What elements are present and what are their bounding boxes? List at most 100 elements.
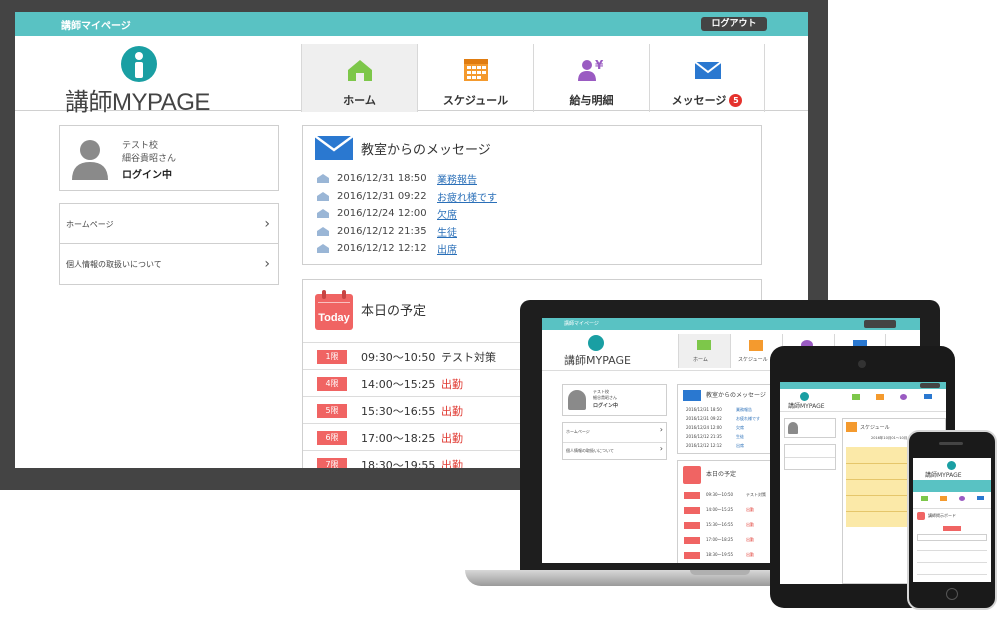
laptop-nav-home[interactable]: ホーム bbox=[678, 334, 730, 368]
nav-home[interactable]: ホーム bbox=[301, 44, 417, 112]
laptop-teacher-name: 細谷貴昭さん bbox=[593, 395, 617, 400]
open-envelope-icon bbox=[317, 209, 329, 219]
laptop-message-link[interactable]: お疲れ様です bbox=[736, 416, 760, 422]
tablet-camera bbox=[858, 360, 866, 368]
phone-search-input[interactable] bbox=[917, 534, 987, 541]
laptop-logout-button[interactable] bbox=[864, 320, 896, 328]
calendar-icon bbox=[940, 496, 947, 501]
list-item: 2016/12/31 18:50 業務報告 bbox=[317, 170, 497, 188]
period-note: 出勤 bbox=[441, 405, 463, 418]
period-badge: 5限 bbox=[317, 404, 347, 418]
laptop-period-time: 09:30〜10:50 bbox=[706, 492, 734, 497]
today-calendar-icon: Today bbox=[315, 290, 353, 330]
messages-panel: 教室からのメッセージ 2016/12/31 18:50 業務報告 2016/12… bbox=[302, 125, 762, 265]
period-time: 18:30〜19:55 bbox=[361, 459, 436, 468]
laptop-message-date: 2016/12/31 09:22 bbox=[686, 416, 722, 421]
side-links: ホームページ › 個人情報の取扱いについて › bbox=[59, 203, 279, 285]
phone-action-button[interactable] bbox=[943, 526, 961, 531]
tablet-side-links bbox=[784, 444, 836, 470]
phone-logo-text: 講師MYPAGE bbox=[925, 472, 962, 479]
message-count-badge: 5 bbox=[729, 94, 743, 107]
message-link[interactable]: 業務報告 bbox=[437, 171, 477, 186]
header: 講師MYPAGE ホーム スケジュール ¥ 給与明細 メッセージ 5 bbox=[15, 36, 808, 116]
open-envelope-icon bbox=[317, 174, 329, 184]
calendar-today-label: Today bbox=[318, 312, 350, 324]
laptop-message-link[interactable]: 生徒 bbox=[736, 434, 744, 440]
user-yen-icon: ¥ bbox=[578, 58, 604, 81]
laptop-sidebar-item-homepage[interactable]: ホームページ bbox=[566, 429, 590, 435]
user-yen-icon bbox=[900, 394, 907, 400]
phone-logo-icon bbox=[947, 461, 956, 470]
laptop-nav-schedule-label: スケジュール bbox=[738, 357, 768, 363]
envelope-icon bbox=[315, 136, 353, 160]
laptop-message-link[interactable]: 業務報告 bbox=[736, 407, 752, 413]
phone-device: 講師MYPAGE 講師掲示ボード bbox=[907, 430, 997, 610]
period-time: 14:00〜15:25 bbox=[361, 378, 436, 391]
laptop-notch bbox=[690, 570, 750, 575]
avatar-icon bbox=[788, 422, 798, 434]
house-icon bbox=[852, 394, 860, 400]
messages-title: 教室からのメッセージ bbox=[361, 143, 491, 158]
phone-home-button[interactable] bbox=[946, 588, 958, 600]
tablet-schedule-month: 2016年10月01〜10月 bbox=[871, 436, 908, 440]
envelope-icon bbox=[977, 496, 984, 500]
period-badge bbox=[684, 522, 700, 529]
message-link[interactable]: 欠席 bbox=[437, 206, 457, 221]
svg-text:¥: ¥ bbox=[595, 58, 604, 72]
laptop-sidebar-item-privacy[interactable]: 個人情報の取扱いについて bbox=[566, 448, 614, 454]
sidebar-item-homepage[interactable]: ホームページ › bbox=[60, 204, 278, 244]
laptop-period-note: テスト対策 bbox=[746, 492, 766, 497]
nav-schedule-label: スケジュール bbox=[442, 94, 509, 107]
nav-messages[interactable]: メッセージ 5 bbox=[649, 44, 765, 112]
house-icon bbox=[348, 60, 372, 81]
avatar-icon bbox=[70, 136, 110, 180]
period-badge bbox=[684, 537, 700, 544]
laptop-message-link[interactable]: 欠席 bbox=[736, 425, 744, 431]
period-note: 出勤 bbox=[441, 459, 463, 468]
list-item: 2016/12/24 12:00 欠席 bbox=[317, 205, 497, 223]
tablet-logout-button[interactable] bbox=[920, 383, 940, 388]
nav-payslip[interactable]: ¥ 給与明細 bbox=[533, 44, 649, 112]
laptop-today-title: 本日の予定 bbox=[706, 471, 737, 478]
chevron-right-icon: › bbox=[264, 256, 270, 272]
laptop-messages-title: 教室からのメッセージ bbox=[706, 392, 766, 399]
laptop-side-links: ホームページ › 個人情報の取扱いについて › bbox=[562, 422, 667, 460]
laptop-period-note: 出勤 bbox=[746, 507, 754, 512]
avatar-icon bbox=[568, 390, 586, 410]
laptop-period-time: 14:00〜15:25 bbox=[706, 507, 734, 512]
nav-schedule[interactable]: スケジュール bbox=[417, 44, 533, 112]
nav-payslip-label: 給与明細 bbox=[569, 94, 614, 107]
message-list: 2016/12/31 18:50 業務報告 2016/12/31 09:22 お… bbox=[317, 170, 497, 258]
period-time: 15:30〜16:55 bbox=[361, 405, 436, 418]
laptop-period-note: 出勤 bbox=[746, 552, 754, 557]
chevron-right-icon: › bbox=[264, 216, 270, 232]
today-calendar-icon bbox=[683, 466, 701, 484]
laptop-message-link[interactable]: 出席 bbox=[736, 443, 744, 449]
chevron-right-icon: › bbox=[659, 425, 663, 434]
message-date: 2016/12/24 12:00 bbox=[337, 208, 427, 220]
message-link[interactable]: 生徒 bbox=[437, 224, 457, 239]
laptop-period-note: 出勤 bbox=[746, 522, 754, 527]
period-badge: 6限 bbox=[317, 431, 347, 445]
laptop-period-time: 17:00〜18:25 bbox=[706, 537, 734, 542]
period-badge: 7限 bbox=[317, 458, 347, 468]
school-name: テスト校 bbox=[122, 141, 159, 151]
phone-speaker bbox=[939, 442, 963, 445]
today-title: 本日の予定 bbox=[361, 304, 427, 319]
message-link[interactable]: お疲れ様です bbox=[437, 189, 497, 204]
logo-text[interactable]: 講師MYPAGE bbox=[65, 82, 210, 117]
notice-icon bbox=[917, 512, 925, 520]
list-item: 2016/12/31 09:22 お疲れ様です bbox=[317, 188, 497, 206]
period-note: 出勤 bbox=[441, 432, 463, 445]
login-status: ログイン中 bbox=[122, 170, 172, 181]
period-badge bbox=[684, 552, 700, 559]
laptop-message-date: 2016/12/24 12:00 bbox=[686, 425, 722, 430]
calendar-icon bbox=[846, 422, 857, 432]
logout-button[interactable]: ログアウト bbox=[701, 17, 767, 31]
nav-home-label: ホーム bbox=[343, 94, 376, 107]
period-time: 17:00〜18:25 bbox=[361, 432, 436, 445]
sidebar-item-privacy[interactable]: 個人情報の取扱いについて › bbox=[60, 244, 278, 284]
profile-card: テスト校 細谷貴昭さん ログイン中 bbox=[59, 125, 279, 191]
tablet-profile-card bbox=[784, 418, 836, 438]
message-link[interactable]: 出席 bbox=[437, 241, 457, 256]
